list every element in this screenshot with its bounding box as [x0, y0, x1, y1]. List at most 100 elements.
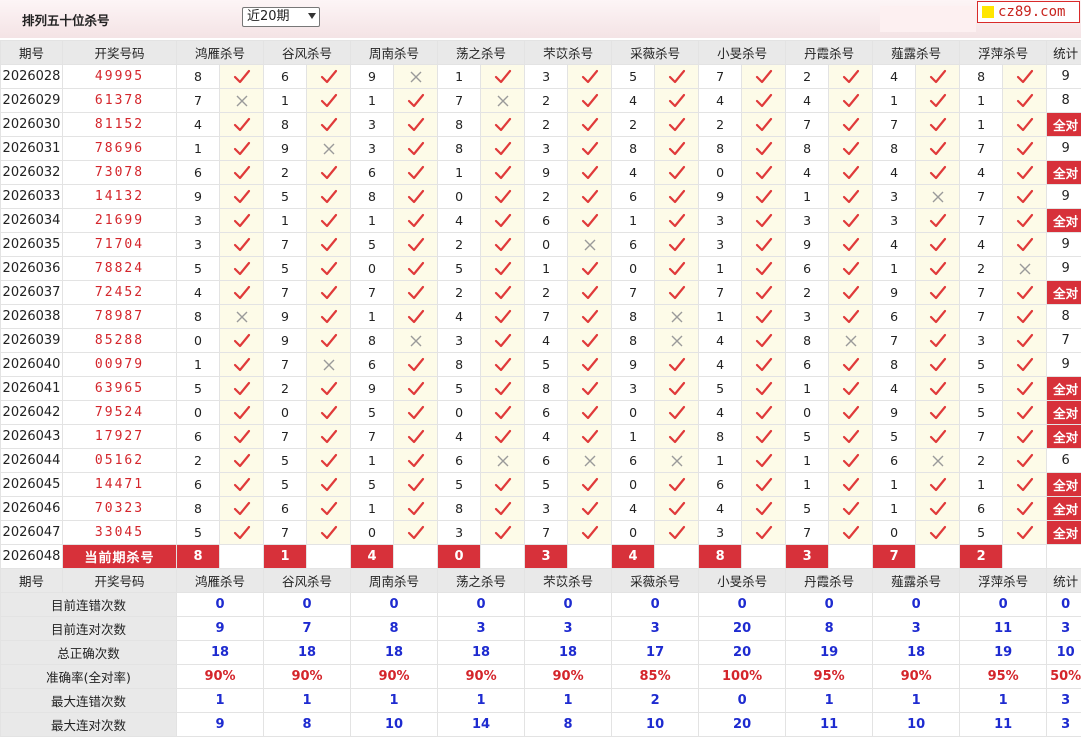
kill-number: 7	[611, 280, 656, 305]
result-mark	[393, 112, 439, 137]
kill-number: 7	[959, 304, 1004, 329]
kill-number: 8	[611, 304, 656, 329]
site-logo[interactable]: cz89.com	[977, 1, 1080, 23]
stats-value: 3	[872, 616, 961, 641]
col-header-expert: 芣苡杀号	[524, 568, 613, 593]
stats-value: 90%	[175, 664, 265, 689]
check-icon	[407, 525, 424, 539]
col-header-expert: 芣苡杀号	[524, 40, 613, 65]
col-header-expert: 浮萍杀号	[959, 568, 1048, 593]
result-mark	[741, 328, 787, 353]
kill-number: 2	[524, 88, 569, 113]
result-mark	[828, 280, 874, 305]
check-icon	[755, 429, 772, 443]
check-icon	[1016, 141, 1033, 155]
stats-value: 7	[263, 616, 352, 641]
stats-value: 10	[611, 712, 700, 737]
cross-icon	[410, 71, 422, 82]
stats-total: 10	[1046, 640, 1081, 665]
kill-number: 5	[437, 472, 482, 497]
draw-numbers: 17927	[62, 424, 177, 449]
kill-number: 3	[698, 208, 743, 233]
result-mark	[1002, 352, 1048, 377]
result-mark	[480, 184, 526, 209]
result-mark	[741, 424, 787, 449]
result-mark	[393, 232, 439, 257]
row-total: 9	[1046, 136, 1081, 161]
kill-number: 4	[611, 88, 656, 113]
kill-number: 4	[872, 160, 917, 185]
result-mark	[567, 136, 613, 161]
period-cell: 2026041	[0, 376, 63, 401]
stats-value: 1	[959, 688, 1048, 713]
col-header-period: 期号	[0, 40, 63, 65]
chevron-down-icon	[308, 13, 316, 19]
check-icon	[320, 117, 337, 131]
kill-number: 2	[524, 112, 569, 137]
kill-number: 4	[524, 328, 569, 353]
row-total: 9	[1046, 256, 1081, 281]
kill-number: 3	[611, 376, 656, 401]
result-mark	[741, 376, 787, 401]
check-icon	[755, 261, 772, 275]
stats-value: 90%	[437, 664, 526, 689]
row-total: 全对	[1046, 160, 1081, 185]
result-mark	[480, 520, 526, 545]
current-kill-spacer	[218, 544, 265, 569]
stats-value: 1	[872, 688, 961, 713]
kill-number: 7	[959, 136, 1004, 161]
stats-total: 50%	[1046, 664, 1081, 689]
check-icon	[581, 69, 598, 83]
kill-number: 9	[785, 232, 830, 257]
kill-number: 6	[959, 496, 1004, 521]
result-mark	[1002, 184, 1048, 209]
check-icon	[581, 501, 598, 515]
kill-number: 8	[350, 184, 395, 209]
row-total: 9	[1046, 184, 1081, 209]
draw-numbers: 14471	[62, 472, 177, 497]
check-icon	[233, 213, 250, 227]
result-mark	[306, 352, 352, 377]
kill-number: 5	[176, 520, 220, 545]
result-mark	[393, 424, 439, 449]
result-mark	[480, 304, 526, 329]
kill-number: 3	[785, 304, 830, 329]
result-mark	[915, 256, 961, 281]
check-icon	[407, 213, 424, 227]
stats-value: 90%	[350, 664, 439, 689]
draw-numbers: 05162	[62, 448, 177, 473]
kill-number: 2	[959, 448, 1004, 473]
current-kill-spacer	[1002, 544, 1048, 569]
check-icon	[494, 189, 511, 203]
stats-row: 最大连错次数 1 1 1 1 1 2 0 1 1 1 3	[0, 688, 1081, 713]
check-icon	[233, 69, 250, 83]
result-mark	[306, 160, 352, 185]
kill-number: 9	[176, 184, 220, 209]
result-mark	[306, 208, 352, 233]
result-mark	[1002, 256, 1048, 281]
kill-number: 9	[524, 160, 569, 185]
period-cell: 2026044	[0, 448, 63, 473]
check-icon	[407, 501, 424, 515]
kill-number: 5	[959, 520, 1004, 545]
check-icon	[668, 237, 685, 251]
table-row: 2026028 49995 8 6 9 1 3 5 7 2 4 8 9	[0, 64, 1081, 89]
col-header-expert: 荡之杀号	[437, 40, 526, 65]
period-range-select[interactable]: 近20期	[242, 7, 320, 27]
kill-number: 2	[524, 184, 569, 209]
result-mark	[654, 160, 700, 185]
kill-number: 2	[698, 112, 743, 137]
check-icon	[320, 501, 337, 515]
kill-number: 8	[611, 328, 656, 353]
kill-number: 1	[176, 352, 220, 377]
result-mark	[741, 184, 787, 209]
check-icon	[233, 525, 250, 539]
check-icon	[581, 141, 598, 155]
kill-number: 5	[524, 352, 569, 377]
kill-number: 7	[872, 112, 917, 137]
stats-total: 3	[1046, 616, 1081, 641]
check-icon	[494, 333, 511, 347]
kill-number: 0	[785, 400, 830, 425]
result-mark	[654, 208, 700, 233]
kill-number: 4	[785, 160, 830, 185]
